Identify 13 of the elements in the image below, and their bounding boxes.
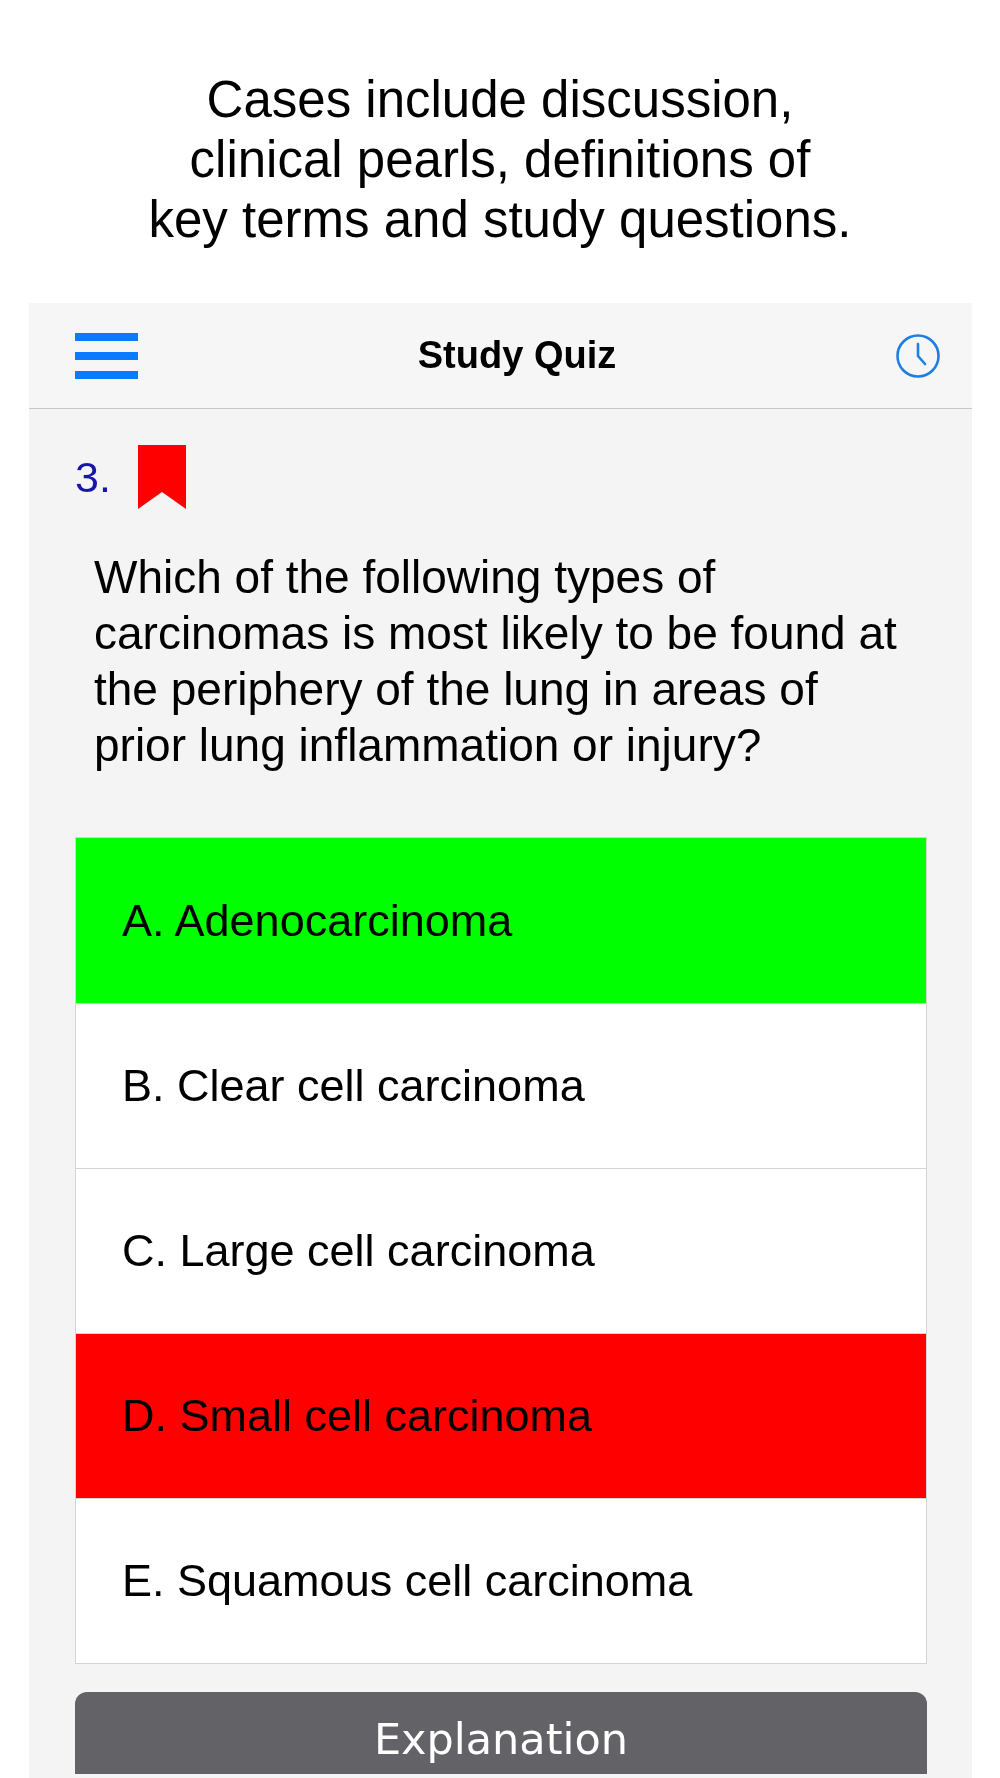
answer-option[interactable]: C. Large cell carcinoma <box>76 1168 926 1333</box>
clock-icon[interactable] <box>896 333 940 378</box>
answer-option[interactable]: A. Adenocarcinoma <box>76 838 926 1003</box>
caption-text: Cases include discussion, clinical pearls, definitions of key terms and study questions. <box>148 70 852 250</box>
nav-title: Study Quiz <box>417 334 617 377</box>
question-text: Which of the following types of carcinomas is most likely to be found at the periphery of the lung in areas of prior lung inflammation or injury? <box>94 550 898 773</box>
answer-option[interactable]: D. Small cell carcinoma <box>76 1333 926 1498</box>
answer-option[interactable]: E. Squamous cell carcinoma <box>76 1498 926 1663</box>
menu-icon[interactable] <box>75 332 138 379</box>
answer-option[interactable]: B. Clear cell carcinoma <box>76 1003 926 1168</box>
question-number: 3. <box>75 452 111 502</box>
bookmark-icon[interactable] <box>137 445 186 509</box>
explanation-button[interactable]: Explanation <box>75 1692 927 1774</box>
